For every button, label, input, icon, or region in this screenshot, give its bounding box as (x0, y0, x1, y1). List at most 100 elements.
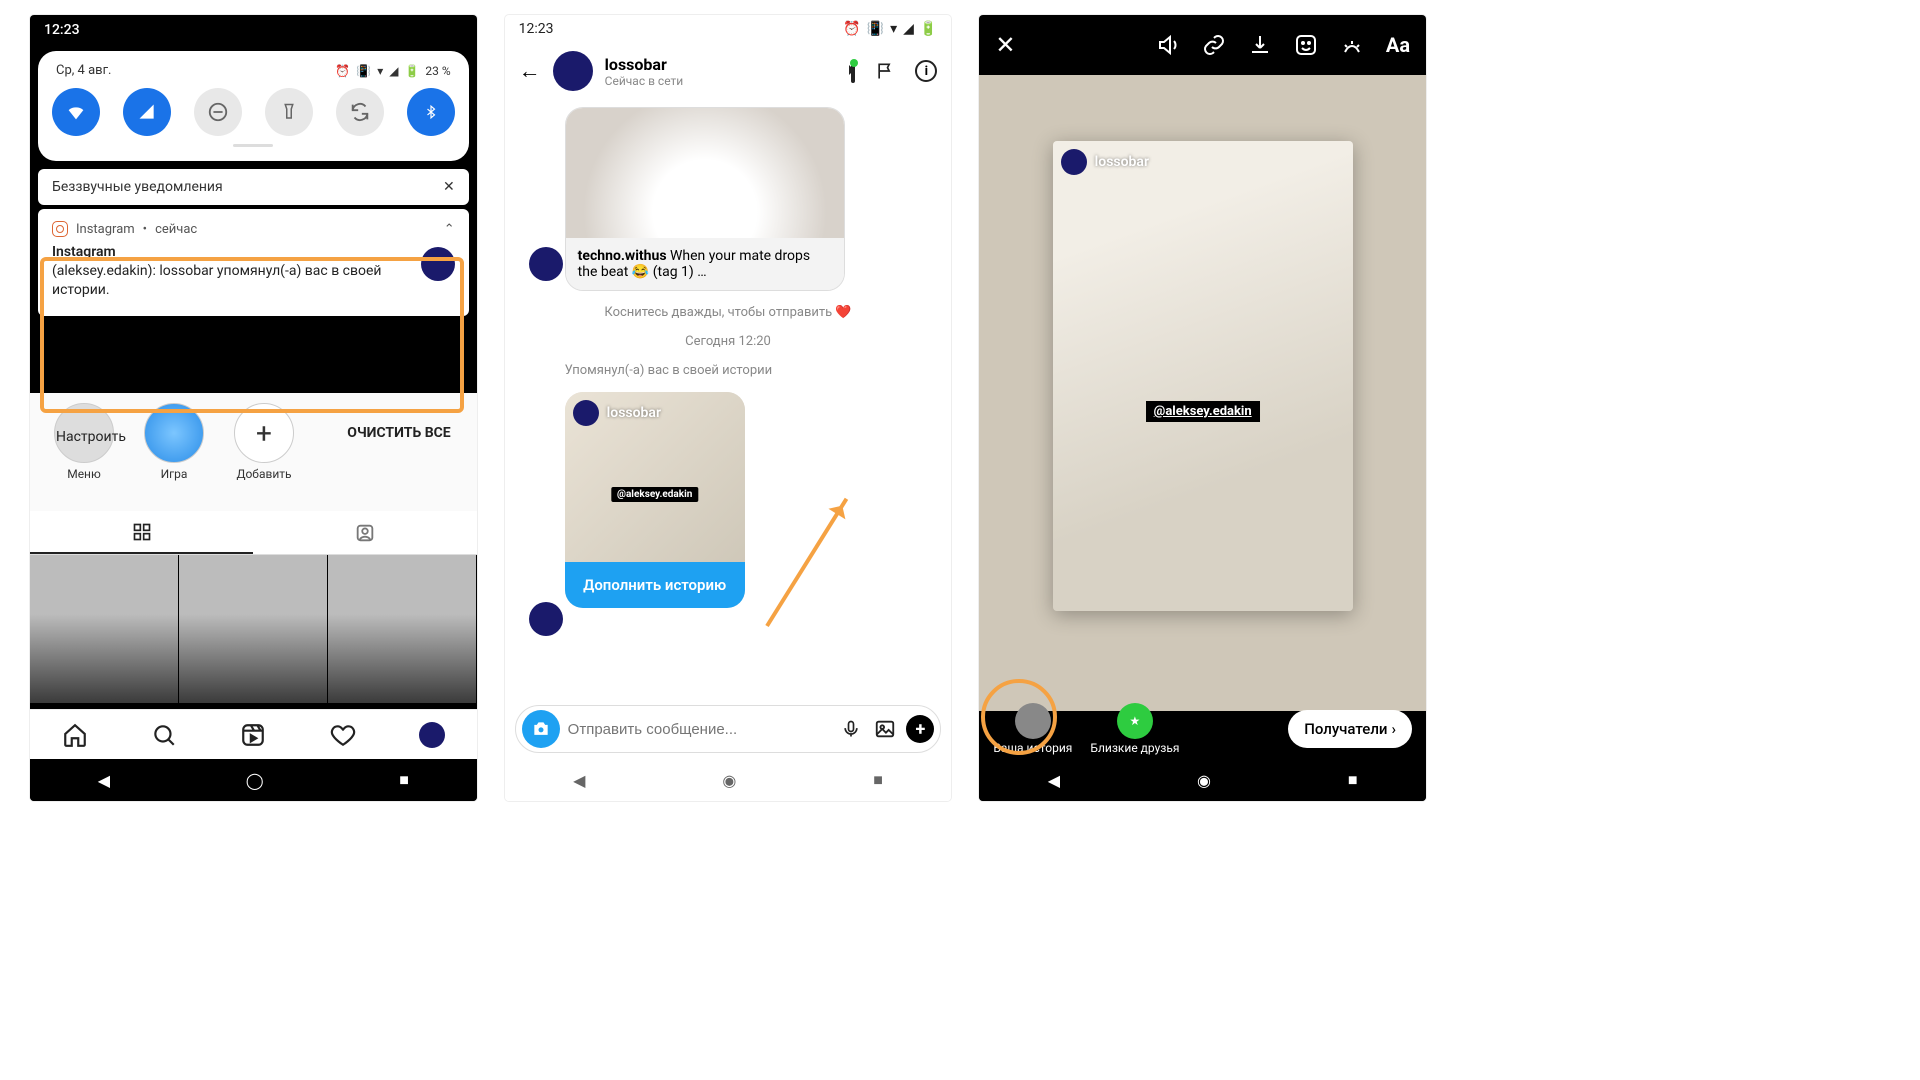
chat-body[interactable]: techno.withus When your mate drops the b… (505, 107, 952, 608)
bluetooth-tile[interactable] (407, 88, 455, 136)
story-editor-toolbar: ✕ Aa (979, 15, 1426, 75)
double-tap-tip: Коснитесь дважды, чтобы отправить ❤️ (517, 305, 940, 320)
chat-name[interactable]: lossobar (605, 55, 840, 74)
highlight-igra[interactable]: Игра (144, 403, 204, 513)
back-icon[interactable]: ◀ (98, 771, 110, 790)
shade-handle[interactable] (233, 144, 273, 147)
wifi-tile[interactable] (52, 88, 100, 136)
close-icon[interactable]: ✕ (443, 179, 455, 195)
plus-icon: + (234, 403, 294, 463)
recipients-button[interactable]: Получатели › (1288, 710, 1412, 748)
phone-2-dm-chat: 12:23 ⏰ 📳 ▾ ◢ 🔋 ← lossobar Сейчас в сети… (505, 15, 952, 801)
data-tile[interactable] (123, 88, 171, 136)
rotate-tile[interactable] (336, 88, 384, 136)
gallery-icon[interactable] (872, 716, 898, 742)
recents-icon[interactable]: ■ (873, 770, 883, 790)
dot-sep: • (143, 222, 147, 237)
voice-icon[interactable] (838, 716, 864, 742)
highlight-menu[interactable]: Меню (54, 403, 114, 513)
back-icon[interactable]: ◀ (1048, 771, 1060, 790)
camera-button[interactable] (522, 710, 560, 748)
save-icon[interactable] (1248, 33, 1272, 57)
notif-time: сейчас (155, 222, 197, 237)
vibrate-icon: 📳 (356, 64, 371, 78)
dnd-tile[interactable] (194, 88, 242, 136)
battery-pct: 23 % (425, 64, 450, 78)
audio-icon[interactable] (1156, 33, 1180, 57)
settings-button[interactable]: Настроить (56, 429, 126, 445)
highlight-label: Меню (67, 467, 101, 481)
story-thumbnail: lossobar @aleksey.edakin (565, 392, 745, 562)
home-icon[interactable]: ◯ (246, 771, 264, 790)
highlight-label: Добавить (236, 467, 291, 481)
instagram-icon (52, 221, 68, 237)
message-input[interactable] (568, 721, 831, 738)
back-icon[interactable]: ← (519, 58, 541, 84)
vibrate-icon: 📳 (867, 21, 884, 37)
activity-icon[interactable] (330, 722, 356, 748)
home-icon[interactable] (62, 722, 88, 748)
mention-system-line: Упомянул(-а) вас в своей истории (565, 363, 940, 378)
clear-all-button[interactable]: ОЧИСТИТЬ ВСЕ (347, 425, 450, 441)
chat-avatar[interactable] (553, 51, 593, 91)
chevron-right-icon: › (1391, 720, 1396, 738)
close-friends-option[interactable]: ★ Близкие друзья (1090, 703, 1179, 755)
battery-icon: 🔋 (920, 21, 937, 37)
text-tool[interactable]: Aa (1386, 33, 1410, 57)
recents-icon[interactable]: ■ (1348, 770, 1358, 790)
reels-icon[interactable] (240, 722, 266, 748)
link-icon[interactable] (1202, 33, 1226, 57)
chat-header: ← lossobar Сейчас в сети i (505, 43, 952, 99)
highlight-add[interactable]: + Добавить (234, 403, 294, 513)
story-canvas[interactable]: lossobar @aleksey.edakin (979, 75, 1426, 711)
add-button[interactable]: + (906, 715, 934, 743)
post-grid (30, 555, 477, 703)
tagged-tab[interactable] (253, 511, 476, 554)
recipients-label: Получатели (1304, 720, 1387, 738)
story-mention-card[interactable]: lossobar @aleksey.edakin Дополнить истор… (565, 392, 745, 608)
repost-sticker[interactable]: lossobar @aleksey.edakin (1053, 141, 1353, 611)
recents-icon[interactable]: ■ (399, 770, 409, 790)
back-icon[interactable]: ◀ (573, 771, 585, 790)
sender-avatar[interactable] (529, 602, 563, 636)
post-thumb[interactable] (328, 555, 476, 703)
time-separator: Сегодня 12:20 (517, 334, 940, 349)
signal-icon: ◢ (903, 21, 914, 37)
message-input-bar: + (515, 705, 942, 753)
status-icons: ⏰ 📳 ▾ ◢ 🔋 23 % (335, 64, 450, 78)
highlight-thumb (144, 403, 204, 463)
alarm-icon: ⏰ (335, 64, 350, 78)
flag-icon[interactable] (875, 59, 895, 83)
sticker-icon[interactable] (1294, 33, 1318, 57)
effects-icon[interactable] (1340, 33, 1364, 57)
info-icon[interactable]: i (915, 60, 937, 82)
flashlight-tile[interactable] (265, 88, 313, 136)
shared-image (566, 108, 844, 238)
system-nav: ◀ ◯ ■ (30, 759, 477, 801)
status-icons: ⏰ 📳 ▾ ◢ 🔋 (843, 21, 937, 37)
shade-date: Ср, 4 авг. (56, 63, 111, 78)
home-icon[interactable]: ◉ (1197, 771, 1211, 790)
mention-tag: @aleksey.edakin (1146, 401, 1260, 422)
shared-post[interactable]: techno.withus When your mate drops the b… (565, 107, 845, 291)
chevron-up-icon[interactable]: ⌃ (444, 222, 455, 237)
close-icon[interactable]: ✕ (995, 31, 1015, 59)
status-bar: 12:23 ⏰ 📳 ▾ ◢ 🔋 (505, 15, 952, 43)
notification-card[interactable]: Instagram • сейчас ⌃ Instagram (aleksey.… (38, 209, 469, 316)
profile-avatar-icon[interactable] (419, 722, 445, 748)
home-icon[interactable]: ◉ (722, 771, 736, 790)
system-nav: ◀ ◉ ■ (979, 759, 1426, 801)
add-to-story-button[interactable]: Дополнить историю (565, 562, 745, 608)
story-author-name: lossobar (607, 405, 661, 421)
sender-avatar[interactable] (529, 247, 563, 281)
your-story-option[interactable]: Ваша история (993, 703, 1072, 755)
battery-icon: 🔋 (404, 64, 419, 78)
phone-1-notification-shade: Меню Игра + Добавить ОЧИСТИТЬ ВСЕ 12:23 (30, 15, 477, 801)
grid-tab[interactable] (30, 511, 253, 554)
search-icon[interactable] (151, 722, 177, 748)
post-thumb[interactable] (30, 555, 178, 703)
status-time: 12:23 (44, 22, 80, 38)
video-call-icon[interactable] (851, 62, 855, 81)
notif-avatar (421, 247, 455, 281)
post-thumb[interactable] (179, 555, 327, 703)
